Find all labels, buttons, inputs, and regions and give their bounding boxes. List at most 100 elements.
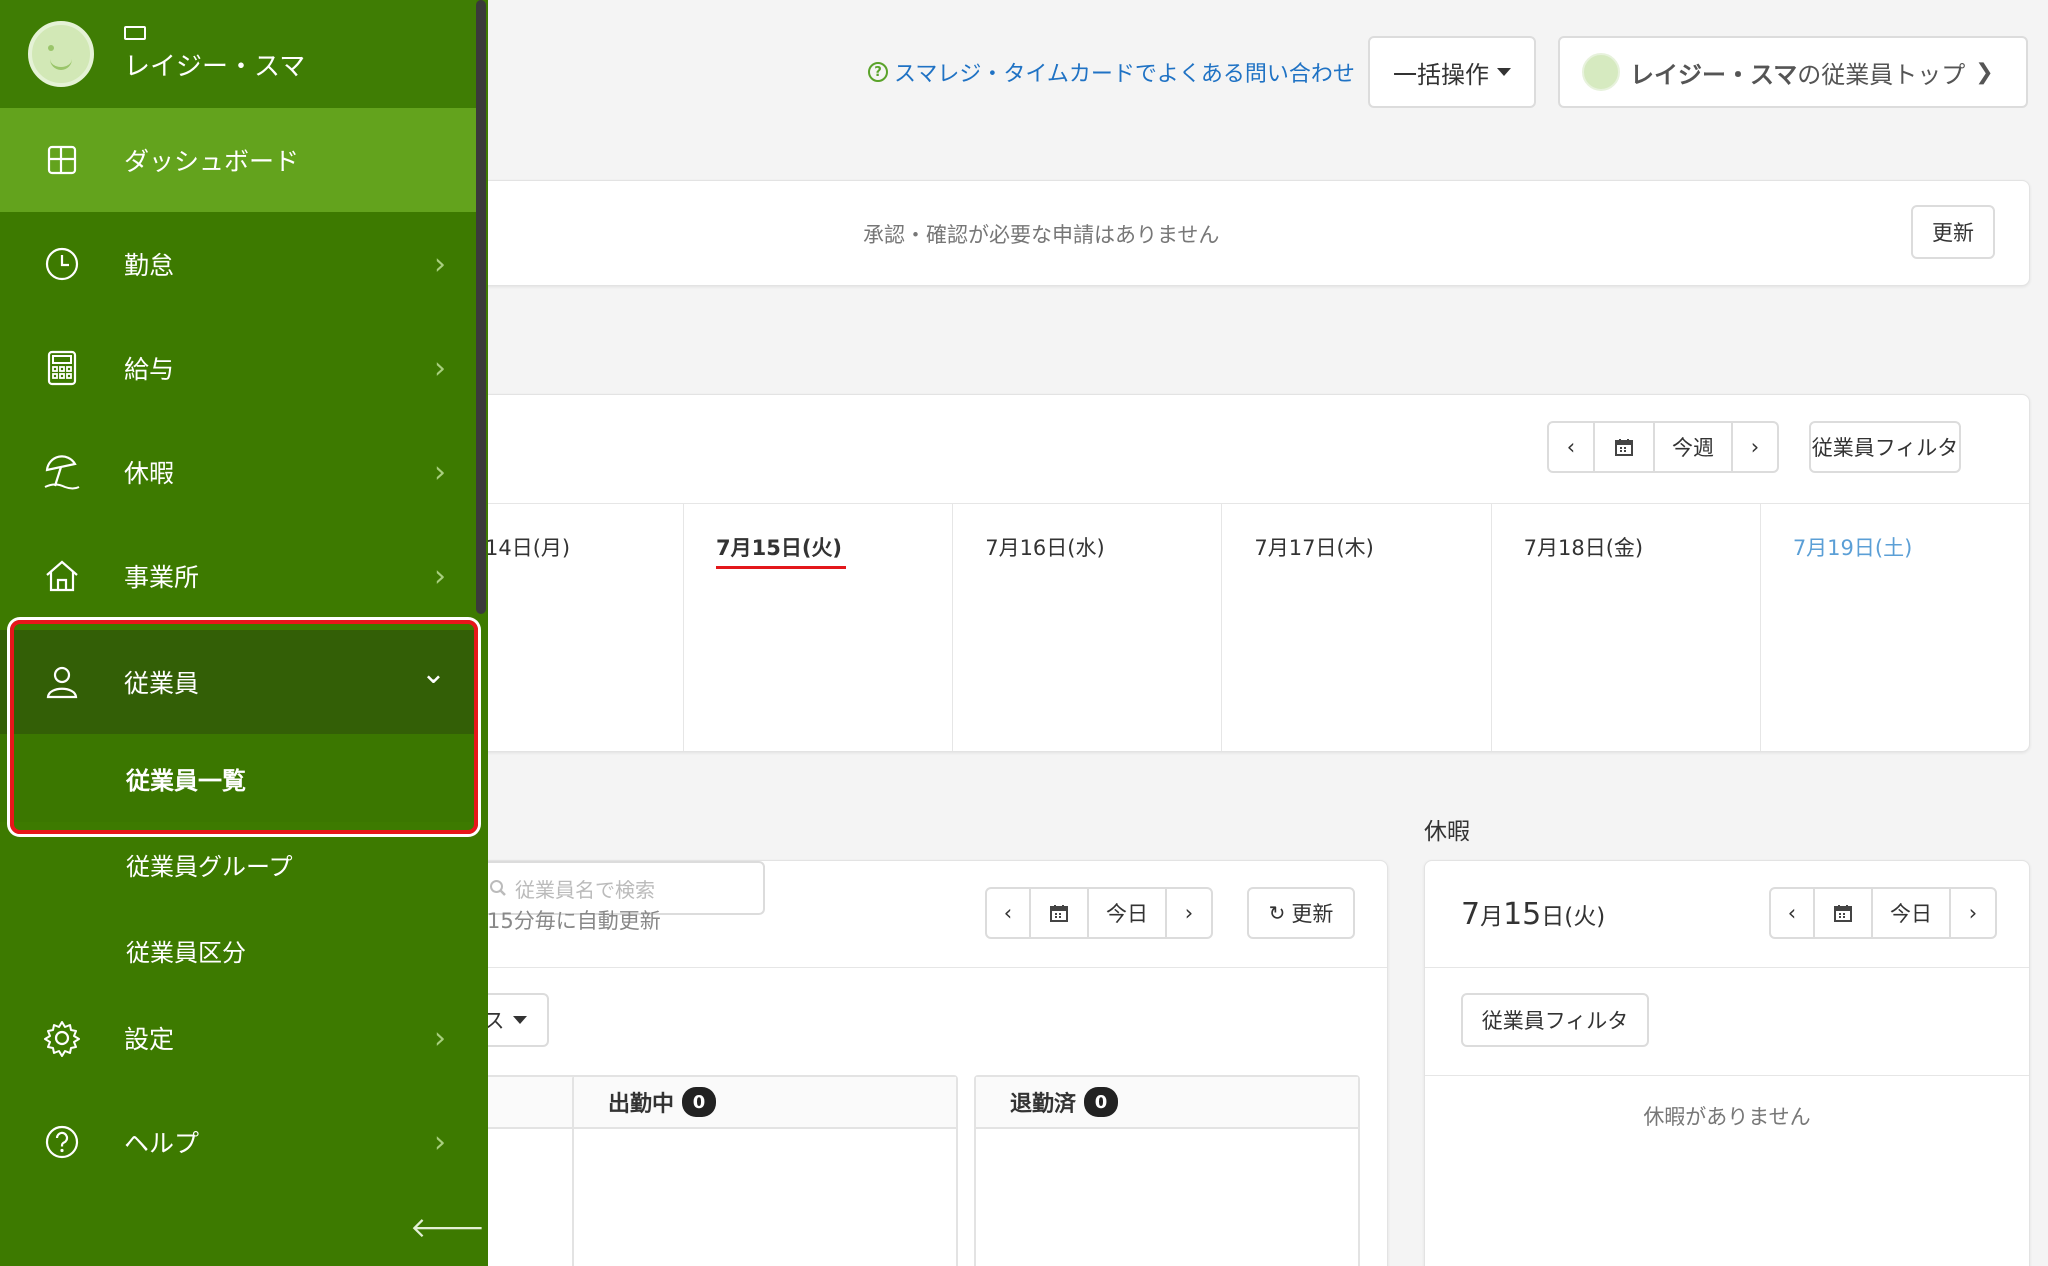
sidebar-item-leave[interactable]: 休暇 › — [0, 420, 476, 524]
leave-date-day: 15 — [1503, 897, 1542, 932]
count-badge: 0 — [682, 1087, 717, 1117]
chevron-right-icon: › — [434, 1020, 446, 1056]
bulk-action-label: 一括操作 — [1393, 60, 1489, 89]
sidebar-item-settings[interactable]: 設定 › — [0, 986, 476, 1090]
caret-down-icon — [512, 1016, 527, 1024]
leave-employee-filter-button[interactable]: 従業員フィルタ — [1461, 993, 1649, 1047]
bulk-action-button[interactable]: 一括操作 — [1368, 36, 1536, 108]
home-icon — [42, 556, 82, 596]
employee-top-suffix: の従業員トップ — [1797, 60, 1966, 89]
search-icon — [490, 880, 506, 896]
faq-link-label: スマレジ・タイムカードでよくある問い合わせ — [894, 62, 1355, 87]
sidebar: レイジー・スマ ダッシュボード 勤怠 › 給与 › 休暇 › 事業所 › 従業員… — [0, 0, 488, 1266]
sidebar-item-office[interactable]: 事業所 › — [0, 524, 476, 628]
day-column: 7月18日(金) — [1492, 504, 1761, 751]
divider — [1425, 967, 2029, 968]
leave-empty-message: 休暇がありません — [1643, 1105, 1811, 1129]
chevron-right-icon: › — [434, 454, 446, 490]
sidebar-subitem-employee-categories[interactable]: 従業員区分 — [0, 906, 476, 994]
day-column-saturday: 7月19日(土) — [1792, 536, 1913, 560]
sidebar-item-attendance[interactable]: 勤怠 › — [0, 212, 476, 316]
collapse-sidebar-arrow-icon[interactable]: 🡐 — [410, 1210, 485, 1244]
sidebar-item-label: 給与 — [124, 355, 175, 384]
calculator-icon — [42, 348, 82, 388]
prev-day-button[interactable]: ‹ — [987, 889, 1031, 937]
week-employee-filter-button[interactable]: 従業員フィルタ — [1809, 421, 1961, 473]
sidebar-item-dashboard[interactable]: ダッシュボード — [0, 108, 476, 212]
status-column-label: 出勤中 — [608, 1092, 675, 1117]
count-badge: 0 — [1084, 1087, 1119, 1117]
avatar — [28, 21, 94, 87]
faq-link[interactable]: ? スマレジ・タイムカードでよくある問い合わせ — [868, 56, 1355, 88]
leave-date-month-unit: 月 — [1480, 904, 1504, 930]
search-placeholder: 従業員名で検索 — [515, 877, 655, 902]
avatar — [1582, 53, 1620, 91]
sidebar-item-label: 従業員 — [124, 669, 200, 698]
sidebar-subitem-employee-groups[interactable]: 従業員グループ — [0, 820, 476, 908]
approval-card: 承認・確認が必要な申請はありません 更新 — [470, 180, 2030, 286]
sidebar-scrollbar[interactable] — [476, 0, 486, 614]
sidebar-item-employees[interactable]: 従業員 ⌄ — [0, 630, 476, 734]
calendar-icon[interactable] — [1031, 889, 1089, 937]
leave-date-month: 7 — [1461, 897, 1481, 932]
gear-icon — [42, 1018, 82, 1058]
sidebar-item-label: ヘルプ — [124, 1129, 200, 1158]
leave-day-navigation: ‹ 今日 › — [1769, 887, 1997, 939]
employee-top-button[interactable]: レイジー・スマの従業員トップ ❯ — [1558, 36, 2028, 108]
divider — [1425, 1075, 2029, 1076]
next-day-button[interactable]: › — [1951, 889, 1995, 937]
sidebar-subitem-employee-list[interactable]: 従業員一覧 — [0, 734, 476, 822]
chevron-right-icon: › — [434, 558, 446, 594]
chevron-right-icon: › — [434, 246, 446, 282]
next-day-button[interactable]: › — [1167, 889, 1211, 937]
help-circle-icon: ? — [868, 62, 888, 82]
leave-date: 7月15日(火) — [1461, 897, 1605, 932]
leave-section-title: 休暇 — [1424, 819, 1470, 845]
sidebar-item-label: 休暇 — [124, 459, 175, 488]
attendance-refresh-button[interactable]: ↻ 更新 — [1247, 887, 1355, 939]
sidebar-item-salary[interactable]: 給与 › — [0, 316, 476, 420]
next-week-button[interactable]: › — [1733, 423, 1777, 471]
employee-top-name: レイジー・スマ — [1630, 60, 1798, 89]
today-button[interactable]: 今日 — [1873, 889, 1951, 937]
divider — [471, 967, 1387, 968]
status-column-header: 退勤済 0 — [976, 1077, 1358, 1129]
attendance-status-card: 15分毎に自動更新 ‹ 今日 › ↻ 更新 ス 従業員名で検索 出勤中 0 退勤… — [470, 860, 1388, 1266]
sidebar-user-name: レイジー・スマ — [124, 51, 306, 82]
prev-week-button[interactable]: ‹ — [1549, 423, 1595, 471]
sidebar-item-help[interactable]: ヘルプ › — [0, 1090, 476, 1194]
leave-card: 7月15日(火) ‹ 今日 › 従業員フィルタ 休暇がありません — [1424, 860, 2030, 1266]
status-column-header: 出勤中 0 — [574, 1077, 956, 1129]
week-navigation: ‹ 今週 › — [1547, 421, 1779, 473]
chevron-right-icon: › — [434, 1124, 446, 1160]
caret-down-icon — [1497, 68, 1511, 76]
day-navigation: ‹ 今日 › — [985, 887, 1213, 939]
sidebar-item-label: 事業所 — [124, 563, 200, 592]
approval-message: 承認・確認が必要な申請はありません — [863, 223, 1220, 247]
beach-umbrella-icon — [42, 452, 82, 492]
chevron-right-icon: ❯ — [1975, 59, 1994, 85]
prev-day-button[interactable]: ‹ — [1771, 889, 1815, 937]
attendance-refresh-label: 更新 — [1291, 902, 1334, 926]
auto-refresh-note: 15分毎に自動更新 — [487, 909, 661, 933]
status-column-label: 退勤済 — [1010, 1092, 1077, 1117]
calendar-icon[interactable] — [1815, 889, 1873, 937]
this-week-button[interactable]: 今週 — [1655, 423, 1733, 471]
clock-icon — [42, 244, 82, 284]
day-column: 14日(月) — [471, 504, 684, 751]
chevron-down-icon: ⌄ — [420, 656, 446, 691]
day-column: 7月17日(木) — [1222, 504, 1492, 751]
approval-refresh-button[interactable]: 更新 — [1911, 205, 1995, 259]
sidebar-item-label: 勤怠 — [124, 251, 175, 280]
day-column: 7月16日(水) — [953, 504, 1223, 751]
leave-date-day-unit: 日(火) — [1541, 904, 1606, 930]
help-icon — [42, 1122, 82, 1162]
status-column-left: 退勤済 0 — [974, 1075, 1360, 1266]
week-days-row: 14日(月) 7月15日(火) 7月16日(水) 7月17日(木) 7月18日(… — [471, 503, 2029, 751]
sidebar-profile[interactable]: レイジー・スマ — [0, 0, 476, 108]
calendar-icon[interactable] — [1595, 423, 1655, 471]
chevron-right-icon: › — [434, 350, 446, 386]
id-card-icon — [124, 25, 146, 40]
weekly-schedule-card: ‹ 今週 › 従業員フィルタ 14日(月) 7月15日(火) 7月16日(水) … — [470, 394, 2030, 752]
today-button[interactable]: 今日 — [1089, 889, 1167, 937]
